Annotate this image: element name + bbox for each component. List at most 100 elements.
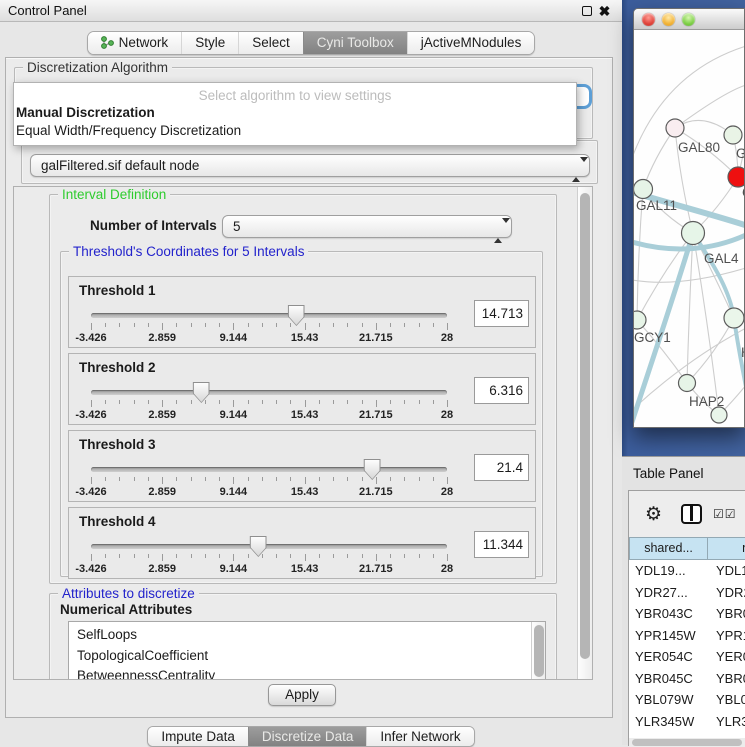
list-item[interactable]: TopologicalCoefficient xyxy=(69,646,545,667)
table-row[interactable]: YPR145WYPR1 xyxy=(629,625,745,647)
attributes-scrollbar[interactable] xyxy=(531,622,545,680)
table-cell[interactable]: YDL19... xyxy=(629,560,710,582)
slider-scale-label: 2.859 xyxy=(148,409,176,421)
slider-tick xyxy=(333,400,334,404)
tab-jactivemnodules[interactable]: jActiveMNodules xyxy=(407,32,535,54)
slider-tick xyxy=(447,477,448,484)
table-cell[interactable]: YBL0 xyxy=(710,689,745,711)
slider-tick xyxy=(91,400,92,407)
table-cell[interactable]: YBL079W xyxy=(629,689,710,711)
apply-button[interactable]: Apply xyxy=(268,684,336,706)
node-hap2[interactable] xyxy=(679,375,696,392)
column-header-shared[interactable]: shared... xyxy=(629,537,708,560)
gear-icon[interactable]: ⚙ xyxy=(645,503,662,526)
table-row[interactable]: YBR045CYBR0 xyxy=(629,668,745,690)
threshold-value-field[interactable]: 14.713 xyxy=(474,300,529,327)
network-view-window: GAL80 GA C GAL11 GAL4 GCY1 H HAP2 xyxy=(633,8,745,428)
settings-scrollbar-thumb[interactable] xyxy=(580,193,590,659)
threshold-label: Threshold 3 xyxy=(79,437,156,452)
table-cell[interactable]: YBR0 xyxy=(710,603,745,625)
threshold-value-field[interactable]: 6.316 xyxy=(474,377,529,404)
tab-network[interactable]: Network xyxy=(88,32,182,54)
node-gal4[interactable] xyxy=(682,222,705,245)
threshold-slider[interactable]: -3.4262.8599.14415.4321.71528 xyxy=(91,384,447,424)
float-window-icon[interactable] xyxy=(582,6,592,16)
slider-tick xyxy=(419,477,420,481)
slider-tick xyxy=(447,323,448,330)
threshold-value-field[interactable]: 11.344 xyxy=(474,531,529,558)
network-nodes[interactable] xyxy=(634,119,745,423)
node-gcy1[interactable] xyxy=(634,311,646,329)
table-data-combobox[interactable]: galFiltered.sif default node xyxy=(30,154,590,177)
table-cell[interactable]: YPR145W xyxy=(629,625,710,647)
zoom-traffic-light[interactable] xyxy=(682,13,695,26)
tab-cyni-toolbox[interactable]: Cyni Toolbox xyxy=(303,32,407,54)
slider-track[interactable] xyxy=(91,390,447,395)
slider-tick xyxy=(276,554,277,558)
table-cell[interactable]: YLR3 xyxy=(710,711,745,733)
node-red[interactable] xyxy=(728,167,745,187)
table-cell[interactable]: YBR0 xyxy=(710,668,745,690)
slider-tick xyxy=(347,323,348,327)
close-icon[interactable]: ✖ xyxy=(598,5,611,18)
threshold-slider[interactable]: -3.4262.8599.14415.4321.71528 xyxy=(91,538,447,578)
slider-tick xyxy=(119,554,120,558)
slider-tick xyxy=(134,554,135,558)
columns-icon[interactable] xyxy=(681,504,702,524)
slider-track[interactable] xyxy=(91,313,447,318)
table-cell[interactable]: YER054C xyxy=(629,646,710,668)
number-of-intervals-spinner[interactable]: 5 xyxy=(222,215,512,238)
table-row[interactable]: YER054CYER0 xyxy=(629,646,745,668)
node-h[interactable] xyxy=(724,308,744,328)
minimize-traffic-light[interactable] xyxy=(662,13,675,26)
dropdown-option-equal-width[interactable]: Equal Width/Frequency Discretization xyxy=(14,121,576,139)
table-cell[interactable]: YDR2 xyxy=(710,582,745,604)
table-cell[interactable]: YLR345W xyxy=(629,711,710,733)
interval-definition-title: Interval Definition xyxy=(58,187,170,202)
dropdown-option-manual-discretization[interactable]: Manual Discretization xyxy=(14,103,576,121)
table-row[interactable]: YLR345WYLR3 xyxy=(629,711,745,733)
node-bottom[interactable] xyxy=(711,407,727,423)
slider-scale-label: 28 xyxy=(441,486,453,498)
table-cell[interactable]: YDR27... xyxy=(629,582,710,604)
node-gal11[interactable] xyxy=(634,180,653,199)
slider-scale-label: 28 xyxy=(441,332,453,344)
table-row[interactable]: YDR27...YDR2 xyxy=(629,582,745,604)
column-header-name[interactable]: na xyxy=(708,537,745,560)
threshold-value-field[interactable]: 21.4 xyxy=(474,454,529,481)
slider-tick xyxy=(162,400,163,407)
slider-tick xyxy=(433,400,434,404)
table-cell[interactable]: YDL1 xyxy=(710,560,745,582)
list-item[interactable]: BetweennessCentrality xyxy=(69,666,545,680)
settings-scrollbar[interactable] xyxy=(577,187,592,679)
slider-scale-label: -3.426 xyxy=(75,563,106,575)
tab-discretize-data[interactable]: Discretize Data xyxy=(248,727,367,746)
slider-tick xyxy=(105,323,106,327)
network-canvas[interactable]: GAL80 GA C GAL11 GAL4 GCY1 H HAP2 xyxy=(634,30,745,428)
tab-impute-data[interactable]: Impute Data xyxy=(148,727,248,746)
table-row[interactable]: YDL19...YDL1 xyxy=(629,560,745,582)
table-cell[interactable]: YBR043C xyxy=(629,603,710,625)
slider-tick xyxy=(205,477,206,481)
attributes-scrollbar-thumb[interactable] xyxy=(534,625,544,677)
table-row[interactable]: YBR043CYBR0 xyxy=(629,603,745,625)
slider-track[interactable] xyxy=(91,544,447,549)
list-item[interactable]: SelfLoops xyxy=(69,625,545,646)
table-hscrollbar[interactable] xyxy=(629,738,745,747)
table-cell[interactable]: YER0 xyxy=(710,646,745,668)
slider-track[interactable] xyxy=(91,467,447,472)
close-traffic-light[interactable] xyxy=(642,13,655,26)
tab-select[interactable]: Select xyxy=(238,32,303,54)
checkbox-icon[interactable]: ☑☑ xyxy=(713,507,737,521)
node-ga[interactable] xyxy=(724,126,742,144)
threshold-slider[interactable]: -3.4262.8599.14415.4321.71528 xyxy=(91,461,447,501)
table-cell[interactable]: YBR045C xyxy=(629,668,710,690)
tab-style[interactable]: Style xyxy=(181,32,238,54)
slider-tick xyxy=(276,323,277,327)
threshold-slider[interactable]: -3.4262.8599.14415.4321.71528 xyxy=(91,307,447,347)
slider-tick xyxy=(162,477,163,484)
tab-infer-network[interactable]: Infer Network xyxy=(366,727,473,746)
node-gal80[interactable] xyxy=(666,119,684,137)
table-row[interactable]: YBL079WYBL0 xyxy=(629,689,745,711)
table-cell[interactable]: YPR1 xyxy=(710,625,745,647)
